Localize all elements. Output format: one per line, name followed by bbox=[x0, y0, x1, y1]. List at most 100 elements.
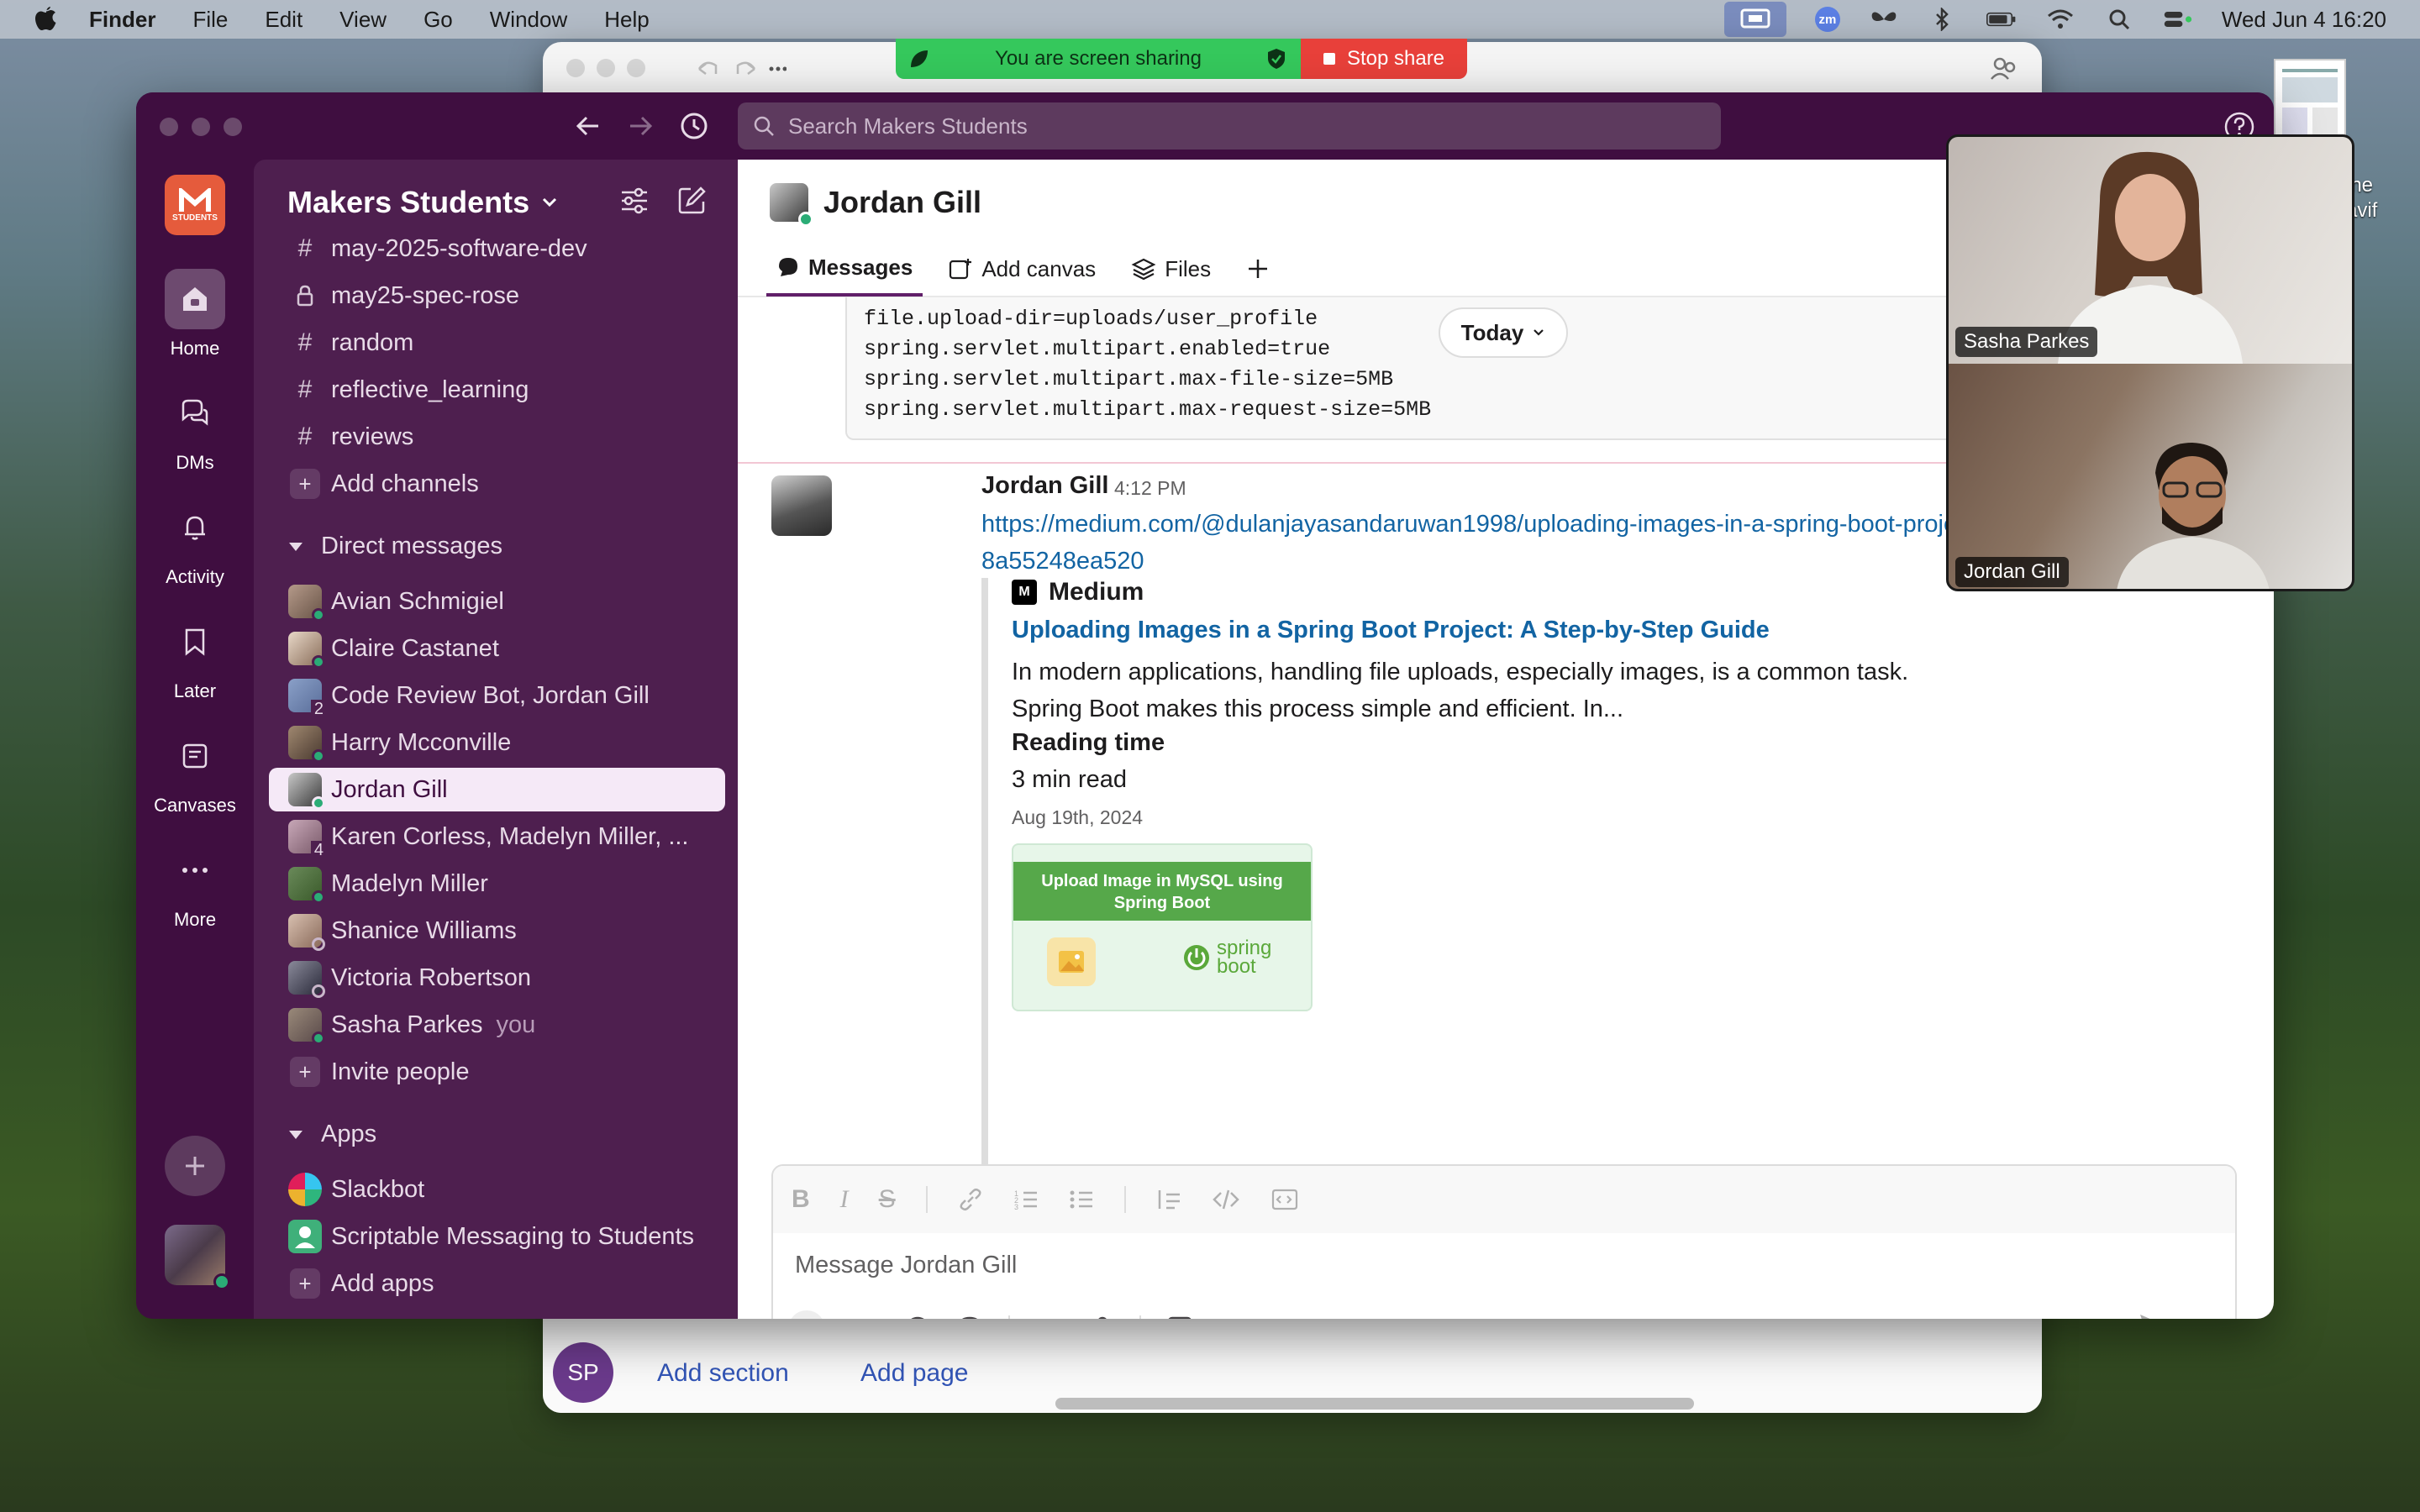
channel-item[interactable]: # reviews bbox=[269, 415, 725, 459]
message-author-avatar[interactable] bbox=[771, 475, 832, 536]
bg-user-avatar[interactable]: SP bbox=[553, 1342, 613, 1403]
forward-arrow-icon[interactable] bbox=[627, 113, 655, 139]
italic-icon[interactable]: I bbox=[840, 1185, 849, 1214]
app-item[interactable]: Slackbot bbox=[269, 1168, 725, 1211]
code-icon[interactable] bbox=[1212, 1187, 1240, 1212]
slash-command-icon[interactable] bbox=[1166, 1315, 1193, 1319]
bg-collaborate-icon[interactable] bbox=[1990, 55, 2018, 82]
rail-more-label: More bbox=[173, 909, 217, 930]
screen-mirroring-icon[interactable] bbox=[1723, 2, 1786, 37]
link-icon[interactable] bbox=[958, 1187, 983, 1212]
window-zoom-button[interactable] bbox=[224, 118, 242, 136]
channel-item[interactable]: # random bbox=[269, 321, 725, 365]
bullet-list-icon[interactable] bbox=[1069, 1187, 1094, 1212]
back-arrow-icon[interactable] bbox=[573, 113, 602, 139]
control-center-icon[interactable] bbox=[2163, 8, 2193, 31]
add-workspace-button[interactable] bbox=[165, 1136, 225, 1196]
strikethrough-icon[interactable]: S bbox=[879, 1185, 896, 1214]
dm-item[interactable]: Avian Schmigiel bbox=[269, 580, 725, 623]
message-timestamp[interactable]: 4:12 PM bbox=[1114, 477, 1186, 500]
menu-window[interactable]: Window bbox=[490, 7, 567, 33]
add-tab-button[interactable] bbox=[1236, 241, 1280, 297]
channel-item[interactable]: may25-spec-rose bbox=[269, 274, 725, 318]
workspace-logo[interactable]: STUDENTS bbox=[165, 175, 225, 235]
window-minimize-button[interactable] bbox=[192, 118, 210, 136]
bluetooth-icon[interactable] bbox=[1928, 8, 1958, 31]
tab-add-canvas[interactable]: Add canvas bbox=[938, 241, 1106, 297]
tab-messages[interactable]: Messages bbox=[766, 241, 923, 297]
add-apps-button[interactable]: + Add apps bbox=[269, 1262, 725, 1305]
menu-help[interactable]: Help bbox=[604, 7, 649, 33]
spotlight-search-icon[interactable] bbox=[2104, 8, 2134, 31]
dm-item[interactable]: 2 Code Review Bot, Jordan Gill bbox=[269, 674, 725, 719]
zoom-menu-icon[interactable]: zm bbox=[1814, 7, 1840, 32]
apps-section-header[interactable]: Apps bbox=[287, 1121, 376, 1148]
app-item[interactable]: Scriptable Messaging to Students bbox=[269, 1215, 725, 1258]
rail-canvases[interactable]: Canvases bbox=[136, 726, 254, 816]
dm-item[interactable]: Madelyn Miller bbox=[269, 862, 725, 906]
microphone-icon[interactable] bbox=[1091, 1315, 1114, 1319]
dm-item[interactable]: Sasha Parkes you bbox=[269, 1003, 725, 1047]
dm-item-selected[interactable]: Jordan Gill bbox=[269, 768, 725, 811]
blockquote-icon[interactable] bbox=[1156, 1187, 1181, 1212]
menu-clock[interactable]: Wed Jun 4 16:20 bbox=[2222, 7, 2386, 33]
channel-item[interactable]: # reflective_learning bbox=[269, 368, 725, 412]
send-icon[interactable] bbox=[2138, 1312, 2166, 1319]
window-close-button[interactable] bbox=[160, 118, 178, 136]
wifi-icon[interactable] bbox=[2045, 8, 2075, 31]
header-avatar[interactable] bbox=[770, 183, 813, 227]
rail-home[interactable]: Home bbox=[136, 269, 254, 360]
mention-icon[interactable] bbox=[956, 1315, 983, 1319]
video-clip-icon[interactable] bbox=[1035, 1316, 1065, 1319]
filter-sliders-icon[interactable] bbox=[618, 185, 650, 217]
rail-activity[interactable]: Activity bbox=[136, 497, 254, 588]
dm-section-header[interactable]: Direct messages bbox=[287, 533, 502, 560]
code-block: file.upload-dir=uploads/user_profile spri… bbox=[845, 297, 1954, 440]
dm-item[interactable]: Harry Mcconville bbox=[269, 721, 725, 764]
huddle-video-window[interactable]: Sasha Parkes Jordan Gill bbox=[1946, 134, 2354, 591]
rail-more[interactable]: More bbox=[136, 840, 254, 931]
tab-files[interactable]: Files bbox=[1121, 241, 1221, 297]
add-channels-button[interactable]: + Add channels bbox=[269, 462, 725, 506]
butterfly-icon[interactable] bbox=[1869, 8, 1899, 31]
bg-undo-redo-icons[interactable] bbox=[694, 55, 786, 81]
compose-icon[interactable] bbox=[676, 185, 708, 217]
menu-go[interactable]: Go bbox=[424, 7, 453, 33]
add-section-button[interactable]: Add section bbox=[657, 1359, 789, 1388]
dm-item[interactable]: Victoria Robertson bbox=[269, 956, 725, 1000]
user-avatar[interactable] bbox=[165, 1225, 230, 1290]
add-page-button[interactable]: Add page bbox=[860, 1359, 968, 1388]
channel-item[interactable]: # may-2025-software-dev bbox=[269, 227, 725, 270]
attach-button[interactable] bbox=[788, 1310, 825, 1319]
menu-view[interactable]: View bbox=[339, 7, 387, 33]
code-block-icon[interactable] bbox=[1270, 1187, 1299, 1212]
apple-logo-icon[interactable] bbox=[34, 5, 59, 34]
video-tile[interactable]: Jordan Gill bbox=[1949, 364, 2352, 589]
video-tile[interactable]: Sasha Parkes bbox=[1949, 137, 2352, 364]
stop-share-button[interactable]: Stop share bbox=[1301, 39, 1467, 79]
message-author[interactable]: Jordan Gill bbox=[981, 472, 1108, 500]
message-input[interactable]: Message Jordan Gill bbox=[795, 1252, 1017, 1279]
dm-item[interactable]: Claire Castanet bbox=[269, 627, 725, 670]
dm-item[interactable]: 4 Karen Corless, Madelyn Miller, ... bbox=[269, 815, 725, 860]
bg-horizontal-scrollbar[interactable] bbox=[1055, 1398, 1694, 1410]
ordered-list-icon[interactable]: 123 bbox=[1013, 1187, 1039, 1212]
workspace-name-button[interactable]: Makers Students bbox=[287, 185, 558, 220]
menu-file[interactable]: File bbox=[192, 7, 228, 33]
rail-dms[interactable]: DMs bbox=[136, 383, 254, 474]
rail-later[interactable]: Later bbox=[136, 612, 254, 702]
date-divider-button[interactable]: Today bbox=[1439, 307, 1568, 358]
search-bar[interactable]: Search Makers Students bbox=[738, 102, 1721, 150]
formatting-toggle-button[interactable]: Aa bbox=[850, 1315, 879, 1319]
conversation-title[interactable]: Jordan Gill bbox=[823, 185, 981, 220]
invite-people-button[interactable]: + Invite people bbox=[269, 1050, 725, 1094]
unfurl-title[interactable]: Uploading Images in a Spring Boot Projec… bbox=[1012, 617, 1770, 644]
unfurl-thumbnail[interactable]: Upload Image in MySQL using Spring Boot … bbox=[1012, 843, 1313, 1011]
emoji-icon[interactable] bbox=[904, 1315, 931, 1319]
bold-icon[interactable]: B bbox=[792, 1185, 810, 1214]
history-clock-icon[interactable] bbox=[679, 111, 709, 141]
menu-edit[interactable]: Edit bbox=[265, 7, 302, 33]
menu-app-name[interactable]: Finder bbox=[89, 7, 155, 33]
battery-icon[interactable] bbox=[1986, 8, 2017, 31]
dm-item[interactable]: Shanice Williams bbox=[269, 909, 725, 953]
